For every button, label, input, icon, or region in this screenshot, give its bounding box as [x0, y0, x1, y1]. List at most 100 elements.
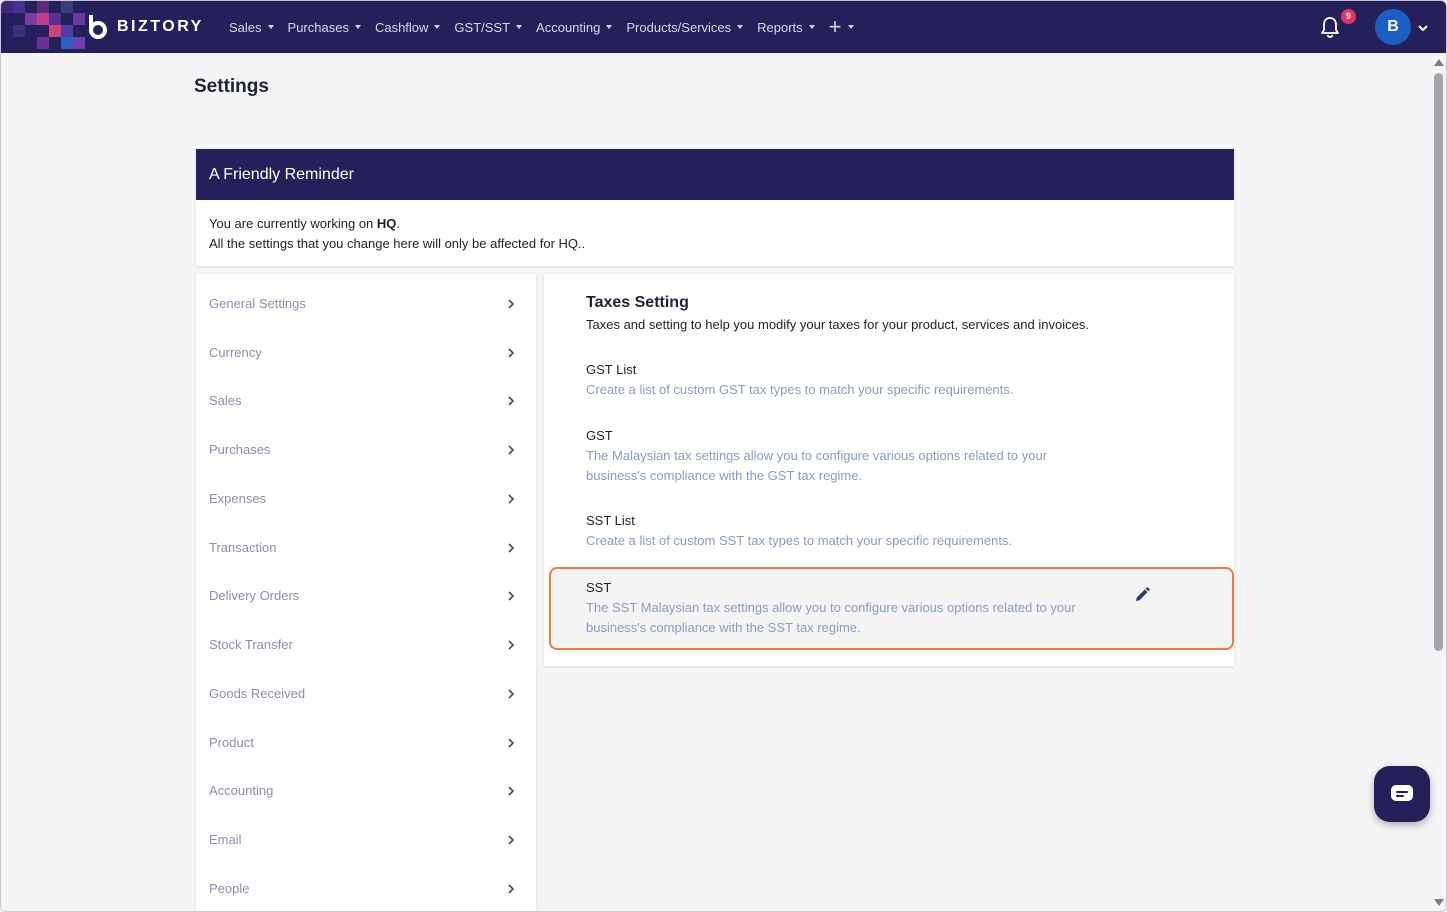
- nav-label: Accounting: [536, 19, 601, 35]
- reminder-line-1: You are currently working on HQ.: [209, 214, 1221, 234]
- chevron-right-icon: [508, 543, 515, 553]
- sidebar-item-label: Expenses: [209, 491, 267, 506]
- chevron-right-icon: [508, 348, 515, 358]
- settings-sidebar: General Settings Currency Sales Purchase…: [196, 274, 536, 911]
- nav-label: Cashflow: [374, 19, 429, 35]
- chevron-right-icon: [508, 494, 515, 504]
- sidebar-item-goods-received[interactable]: Goods Received: [196, 664, 536, 713]
- taxes-subtitle: Taxes and setting to help you modify you…: [586, 317, 1089, 332]
- chevron-right-icon: [508, 396, 515, 406]
- tax-item-desc: business's compliance with the GST tax r…: [586, 468, 863, 483]
- caret-down-icon: [737, 25, 744, 29]
- caret-down-icon: [354, 25, 361, 29]
- sidebar-item-email[interactable]: Email: [196, 810, 536, 859]
- sidebar-item-general-settings[interactable]: General Settings: [196, 274, 536, 323]
- reminder-title: A Friendly Reminder: [196, 149, 1234, 200]
- tax-item-sst-highlighted[interactable]: SST The SST Malaysian tax settings allow…: [549, 567, 1234, 650]
- tax-item-desc: business's compliance with the SST tax r…: [586, 620, 861, 635]
- chevron-right-icon: [508, 884, 515, 894]
- caret-down-icon: [516, 25, 523, 29]
- reminder-body: You are currently working on HQ. All the…: [196, 200, 1234, 268]
- sidebar-item-delivery-orders[interactable]: Delivery Orders: [196, 566, 536, 615]
- chevron-down-icon[interactable]: [1417, 21, 1429, 33]
- tax-item-desc: The SST Malaysian tax settings allow you…: [586, 600, 1076, 615]
- tax-item-desc: The Malaysian tax settings allow you to …: [586, 448, 1048, 463]
- nav-label: Products/Services: [626, 19, 732, 35]
- caret-down-icon: [847, 25, 854, 29]
- nav-cashflow[interactable]: Cashflow: [374, 19, 441, 35]
- nav-gst-sst[interactable]: GST/SST: [454, 19, 523, 35]
- sidebar-item-sales[interactable]: Sales: [196, 371, 536, 420]
- sidebar-item-product[interactable]: Product: [196, 713, 536, 762]
- sidebar-item-label: General Settings: [209, 296, 306, 311]
- chevron-right-icon: [508, 786, 515, 796]
- nav-products-services[interactable]: Products/Services: [626, 19, 744, 35]
- scroll-down-arrow-icon[interactable]: [1434, 899, 1444, 906]
- pencil-edit-icon[interactable]: [1133, 586, 1151, 604]
- sidebar-item-transaction[interactable]: Transaction: [196, 518, 536, 567]
- app-window: BIZTORY Sales Purchases Cashflow GST/SST…: [0, 0, 1447, 912]
- tax-item-name: GST List: [586, 362, 637, 377]
- reminder-text: .: [396, 216, 401, 231]
- chevron-right-icon: [508, 591, 515, 601]
- tax-item-name: GST: [586, 428, 613, 443]
- nav-label: GST/SST: [454, 19, 511, 35]
- nav-purchases[interactable]: Purchases: [288, 20, 361, 35]
- caret-down-icon: [267, 25, 274, 29]
- sidebar-item-stock-transfer[interactable]: Stock Transfer: [196, 615, 536, 664]
- sidebar-item-expenses[interactable]: Expenses: [196, 469, 536, 518]
- sidebar-item-purchases[interactable]: Purchases: [196, 420, 536, 469]
- sidebar-item-label: Accounting: [209, 783, 274, 798]
- chevron-right-icon: [508, 738, 515, 748]
- reminder-text: You are currently working on: [209, 216, 377, 231]
- sidebar-item-accounting[interactable]: Accounting: [196, 761, 536, 810]
- sidebar-item-label: Purchases: [209, 442, 271, 457]
- caret-down-icon: [606, 25, 613, 29]
- sidebar-item-currency[interactable]: Currency: [196, 323, 536, 372]
- scroll-up-arrow-icon[interactable]: [1434, 59, 1444, 66]
- sidebar-item-label: People: [209, 881, 250, 896]
- chevron-right-icon: [508, 640, 515, 650]
- biztory-logo[interactable]: BIZTORY: [87, 14, 204, 40]
- tax-item-name: SST: [586, 580, 612, 595]
- nav-accounting[interactable]: Accounting: [536, 19, 613, 35]
- caret-down-icon: [808, 25, 815, 29]
- page-title: Settings: [194, 76, 269, 97]
- chevron-right-icon: [508, 689, 515, 699]
- biztory-logo-icon: [87, 15, 109, 39]
- scrollbar-thumb[interactable]: [1434, 73, 1443, 651]
- tax-item-desc: Create a list of custom GST tax types to…: [586, 382, 1014, 397]
- tax-item-gst-list[interactable]: GST List Create a list of custom GST tax…: [586, 360, 1106, 400]
- nav-add-new[interactable]: +: [829, 16, 854, 38]
- chevron-right-icon: [508, 445, 515, 455]
- nav-reports[interactable]: Reports: [757, 20, 815, 35]
- nav-label: Sales: [229, 19, 262, 35]
- sidebar-item-label: Product: [209, 735, 254, 750]
- sidebar-item-label: Stock Transfer: [209, 637, 293, 652]
- chevron-right-icon: [508, 299, 515, 309]
- notification-badge: 9: [1341, 9, 1356, 24]
- reminder-card: A Friendly Reminder You are currently wo…: [196, 149, 1234, 266]
- chevron-right-icon: [508, 835, 515, 845]
- top-navbar: BIZTORY Sales Purchases Cashflow GST/SST…: [1, 1, 1446, 53]
- sidebar-item-label: Delivery Orders: [209, 588, 300, 603]
- sidebar-item-label: Sales: [209, 393, 242, 408]
- sidebar-item-label: Transaction: [209, 540, 277, 555]
- sidebar-item-label: Goods Received: [209, 686, 306, 701]
- tax-item-name: SST List: [586, 513, 635, 528]
- bell-icon[interactable]: [1319, 15, 1341, 39]
- nav-sales[interactable]: Sales: [229, 20, 274, 35]
- brand-name: BIZTORY: [117, 18, 204, 35]
- plus-icon: +: [828, 14, 842, 39]
- tax-item-sst: SST The SST Malaysian tax settings allow…: [586, 578, 1116, 638]
- sidebar-item-label: Email: [209, 832, 242, 847]
- chat-bubble-icon: [1391, 785, 1413, 801]
- sidebar-item-people[interactable]: People: [196, 859, 536, 908]
- tax-item-gst[interactable]: GST The Malaysian tax settings allow you…: [586, 426, 1106, 486]
- chat-support-button[interactable]: [1374, 766, 1430, 822]
- reminder-line-2: All the settings that you change here wi…: [209, 236, 586, 251]
- tax-item-sst-list[interactable]: SST List Create a list of custom SST tax…: [586, 511, 1106, 551]
- reminder-entity: HQ: [376, 216, 397, 231]
- user-avatar[interactable]: B: [1375, 9, 1411, 45]
- taxes-title: Taxes Setting: [586, 294, 689, 311]
